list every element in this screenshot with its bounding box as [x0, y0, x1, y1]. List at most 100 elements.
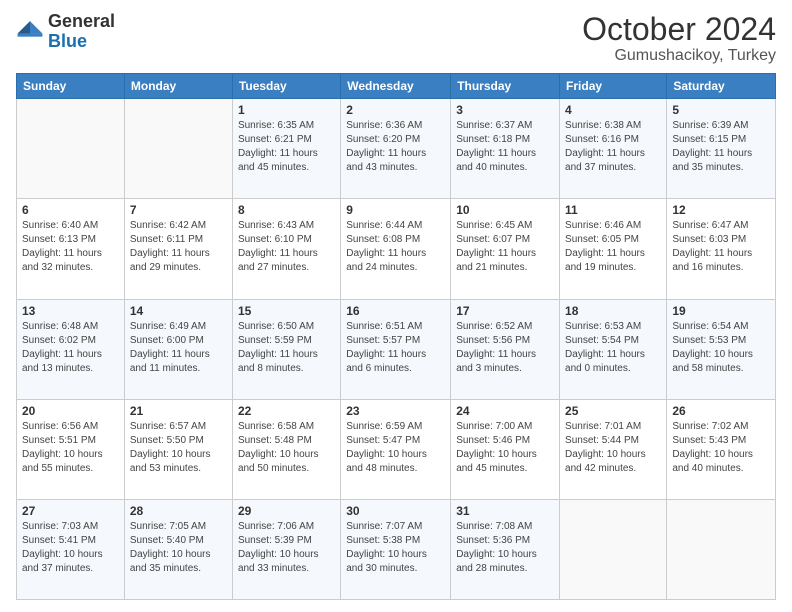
calendar-cell: 17 Sunrise: 6:52 AM Sunset: 5:56 PM Dayli…	[451, 299, 560, 399]
logo: General Blue	[16, 12, 115, 52]
location: Gumushacikoy, Turkey	[582, 47, 776, 65]
day-info: Sunrise: 6:56 AM Sunset: 5:51 PM Dayligh…	[22, 420, 119, 476]
calendar-cell: 3 Sunrise: 6:37 AM Sunset: 6:18 PM Daylig…	[451, 99, 560, 199]
calendar-cell: 28 Sunrise: 7:05 AM Sunset: 5:40 PM Dayli…	[124, 499, 232, 599]
calendar-cell: 2 Sunrise: 6:36 AM Sunset: 6:20 PM Daylig…	[341, 99, 451, 199]
day-number: 24	[456, 404, 554, 418]
day-info: Sunrise: 6:43 AM Sunset: 6:10 PM Dayligh…	[238, 219, 335, 275]
day-info: Sunrise: 6:57 AM Sunset: 5:50 PM Dayligh…	[130, 420, 227, 476]
day-number: 14	[130, 304, 227, 318]
calendar-cell: 4 Sunrise: 6:38 AM Sunset: 6:16 PM Daylig…	[560, 99, 667, 199]
day-number: 22	[238, 404, 335, 418]
day-number: 31	[456, 504, 554, 518]
day-info: Sunrise: 6:46 AM Sunset: 6:05 PM Dayligh…	[565, 219, 661, 275]
month-title: October 2024	[582, 12, 776, 47]
day-number: 15	[238, 304, 335, 318]
day-info: Sunrise: 6:37 AM Sunset: 6:18 PM Dayligh…	[456, 119, 554, 175]
calendar-cell: 15 Sunrise: 6:50 AM Sunset: 5:59 PM Dayli…	[232, 299, 340, 399]
logo-general: General	[48, 11, 115, 31]
column-header-thursday: Thursday	[451, 74, 560, 99]
day-info: Sunrise: 6:45 AM Sunset: 6:07 PM Dayligh…	[456, 219, 554, 275]
day-number: 8	[238, 203, 335, 217]
day-info: Sunrise: 7:06 AM Sunset: 5:39 PM Dayligh…	[238, 520, 335, 576]
calendar-table: SundayMondayTuesdayWednesdayThursdayFrid…	[16, 73, 776, 600]
calendar-cell: 21 Sunrise: 6:57 AM Sunset: 5:50 PM Dayli…	[124, 399, 232, 499]
calendar-cell: 1 Sunrise: 6:35 AM Sunset: 6:21 PM Daylig…	[232, 99, 340, 199]
calendar-cell	[667, 499, 776, 599]
week-row-3: 13Sunrise: 6:48 AM Sunset: 6:02 PM Dayli…	[17, 299, 776, 399]
day-info: Sunrise: 6:47 AM Sunset: 6:03 PM Dayligh…	[672, 219, 770, 275]
day-info: Sunrise: 6:38 AM Sunset: 6:16 PM Dayligh…	[565, 119, 661, 175]
day-number: 19	[672, 304, 770, 318]
logo-icon	[16, 18, 44, 46]
day-info: Sunrise: 6:36 AM Sunset: 6:20 PM Dayligh…	[346, 119, 445, 175]
day-number: 29	[238, 504, 335, 518]
calendar-cell: 18Sunrise: 6:53 AM Sunset: 5:54 PM Dayli…	[560, 299, 667, 399]
logo-blue: Blue	[48, 31, 87, 51]
day-number: 11	[565, 203, 661, 217]
calendar-header-row: SundayMondayTuesdayWednesdayThursdayFrid…	[17, 74, 776, 99]
day-number: 6	[22, 203, 119, 217]
day-number: 20	[22, 404, 119, 418]
calendar-cell: 12 Sunrise: 6:47 AM Sunset: 6:03 PM Dayli…	[667, 199, 776, 299]
calendar-cell: 13Sunrise: 6:48 AM Sunset: 6:02 PM Dayli…	[17, 299, 125, 399]
day-number: 4	[565, 103, 661, 117]
day-info: Sunrise: 7:08 AM Sunset: 5:36 PM Dayligh…	[456, 520, 554, 576]
day-number: 12	[672, 203, 770, 217]
day-info: Sunrise: 6:51 AM Sunset: 5:57 PM Dayligh…	[346, 320, 445, 376]
day-info: Sunrise: 6:40 AM Sunset: 6:13 PM Dayligh…	[22, 219, 119, 275]
calendar-cell: 22Sunrise: 6:58 AM Sunset: 5:48 PM Dayli…	[232, 399, 340, 499]
day-info: Sunrise: 6:35 AM Sunset: 6:21 PM Dayligh…	[238, 119, 335, 175]
day-info: Sunrise: 6:50 AM Sunset: 5:59 PM Dayligh…	[238, 320, 335, 376]
day-number: 17	[456, 304, 554, 318]
day-info: Sunrise: 7:05 AM Sunset: 5:40 PM Dayligh…	[130, 520, 227, 576]
calendar-cell: 20 Sunrise: 6:56 AM Sunset: 5:51 PM Dayli…	[17, 399, 125, 499]
day-info: Sunrise: 7:03 AM Sunset: 5:41 PM Dayligh…	[22, 520, 119, 576]
column-header-sunday: Sunday	[17, 74, 125, 99]
day-number: 28	[130, 504, 227, 518]
calendar-cell: 24Sunrise: 7:00 AM Sunset: 5:46 PM Dayli…	[451, 399, 560, 499]
calendar-cell: 27 Sunrise: 7:03 AM Sunset: 5:41 PM Dayli…	[17, 499, 125, 599]
day-info: Sunrise: 6:44 AM Sunset: 6:08 PM Dayligh…	[346, 219, 445, 275]
column-header-tuesday: Tuesday	[232, 74, 340, 99]
page: General Blue October 2024 Gumushacikoy, …	[0, 0, 792, 612]
day-number: 25	[565, 404, 661, 418]
column-header-wednesday: Wednesday	[341, 74, 451, 99]
calendar-cell: 7Sunrise: 6:42 AM Sunset: 6:11 PM Daylig…	[124, 199, 232, 299]
logo-text: General Blue	[48, 12, 115, 52]
calendar-cell: 23 Sunrise: 6:59 AM Sunset: 5:47 PM Dayli…	[341, 399, 451, 499]
calendar-cell	[17, 99, 125, 199]
column-header-friday: Friday	[560, 74, 667, 99]
calendar-cell: 8 Sunrise: 6:43 AM Sunset: 6:10 PM Daylig…	[232, 199, 340, 299]
calendar-cell: 31 Sunrise: 7:08 AM Sunset: 5:36 PM Dayli…	[451, 499, 560, 599]
day-number: 21	[130, 404, 227, 418]
day-number: 18	[565, 304, 661, 318]
day-number: 2	[346, 103, 445, 117]
day-info: Sunrise: 7:07 AM Sunset: 5:38 PM Dayligh…	[346, 520, 445, 576]
title-block: October 2024 Gumushacikoy, Turkey	[582, 12, 776, 65]
column-header-saturday: Saturday	[667, 74, 776, 99]
day-number: 13	[22, 304, 119, 318]
calendar-cell: 9 Sunrise: 6:44 AM Sunset: 6:08 PM Daylig…	[341, 199, 451, 299]
day-info: Sunrise: 6:59 AM Sunset: 5:47 PM Dayligh…	[346, 420, 445, 476]
day-info: Sunrise: 6:39 AM Sunset: 6:15 PM Dayligh…	[672, 119, 770, 175]
calendar-cell: 10 Sunrise: 6:45 AM Sunset: 6:07 PM Dayli…	[451, 199, 560, 299]
calendar-cell: 11 Sunrise: 6:46 AM Sunset: 6:05 PM Dayli…	[560, 199, 667, 299]
calendar-cell: 29 Sunrise: 7:06 AM Sunset: 5:39 PM Dayli…	[232, 499, 340, 599]
day-number: 10	[456, 203, 554, 217]
calendar-cell: 6 Sunrise: 6:40 AM Sunset: 6:13 PM Daylig…	[17, 199, 125, 299]
calendar-cell: 25Sunrise: 7:01 AM Sunset: 5:44 PM Dayli…	[560, 399, 667, 499]
day-number: 9	[346, 203, 445, 217]
calendar-cell: 14Sunrise: 6:49 AM Sunset: 6:00 PM Dayli…	[124, 299, 232, 399]
column-header-monday: Monday	[124, 74, 232, 99]
day-number: 27	[22, 504, 119, 518]
day-number: 26	[672, 404, 770, 418]
day-info: Sunrise: 6:42 AM Sunset: 6:11 PM Dayligh…	[130, 219, 227, 275]
calendar-cell: 30Sunrise: 7:07 AM Sunset: 5:38 PM Dayli…	[341, 499, 451, 599]
calendar-cell	[124, 99, 232, 199]
day-number: 1	[238, 103, 335, 117]
day-number: 23	[346, 404, 445, 418]
day-number: 3	[456, 103, 554, 117]
calendar-cell: 16Sunrise: 6:51 AM Sunset: 5:57 PM Dayli…	[341, 299, 451, 399]
day-info: Sunrise: 6:52 AM Sunset: 5:56 PM Dayligh…	[456, 320, 554, 376]
